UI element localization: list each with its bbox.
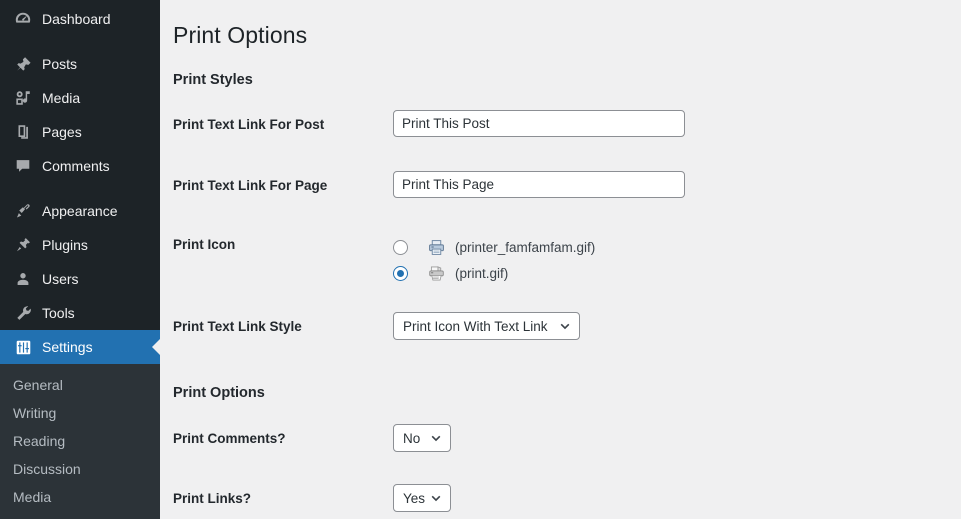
section-title-print-styles: Print Styles	[173, 72, 253, 88]
appearance-brush-icon	[13, 201, 33, 221]
print-text-link-post-input[interactable]	[393, 110, 685, 137]
admin-sidebar: Dashboard Posts Media Pages Commen	[0, 0, 160, 519]
media-icon	[13, 88, 33, 108]
admin-screen: Dashboard Posts Media Pages Commen	[0, 0, 961, 519]
sidebar-item-media[interactable]: Media	[0, 81, 160, 115]
submenu-item-media[interactable]: Media	[0, 483, 160, 511]
sidebar-separator	[0, 183, 160, 194]
sidebar-item-settings[interactable]: Settings	[0, 330, 160, 364]
printer-gray-icon	[426, 263, 446, 283]
sidebar-item-appearance[interactable]: Appearance	[0, 194, 160, 228]
sidebar-item-label: Media	[42, 91, 80, 105]
settings-sliders-icon	[13, 337, 33, 357]
comments-icon	[13, 156, 33, 176]
printer-blue-icon	[426, 237, 446, 257]
radio-print-gif[interactable]	[393, 266, 408, 281]
plugins-plug-icon	[13, 235, 33, 255]
radio-printer-famfamfam[interactable]	[393, 240, 408, 255]
page-title: Print Options	[173, 21, 307, 51]
print-comments-select[interactable]: No	[393, 424, 451, 452]
label-print-text-link-post: Print Text Link For Post	[173, 116, 324, 134]
label-print-comments: Print Comments?	[173, 430, 286, 448]
sidebar-item-pages[interactable]: Pages	[0, 115, 160, 149]
sidebar-item-comments[interactable]: Comments	[0, 149, 160, 183]
submenu-item-reading[interactable]: Reading	[0, 427, 160, 455]
sidebar-item-label: Pages	[42, 125, 82, 139]
tools-wrench-icon	[13, 303, 33, 323]
submenu-item-writing[interactable]: Writing	[0, 399, 160, 427]
pages-icon	[13, 122, 33, 142]
sidebar-item-label: Tools	[42, 306, 75, 320]
print-icon-option-label: (print.gif)	[455, 266, 508, 281]
sidebar-separator	[0, 36, 160, 47]
select-value: Yes	[403, 491, 425, 506]
select-value: Print Icon With Text Link	[403, 319, 548, 334]
print-icon-option-famfamfam[interactable]: (printer_famfamfam.gif)	[393, 237, 595, 257]
chevron-down-icon	[430, 432, 442, 444]
sidebar-item-plugins[interactable]: Plugins	[0, 228, 160, 262]
label-print-links: Print Links?	[173, 490, 251, 508]
chevron-down-icon	[430, 492, 442, 504]
submenu-item-discussion[interactable]: Discussion	[0, 455, 160, 483]
sidebar-item-label: Settings	[42, 340, 93, 354]
sidebar-item-label: Comments	[42, 159, 110, 173]
dashboard-icon	[13, 9, 33, 29]
print-links-select[interactable]: Yes	[393, 484, 451, 512]
print-text-link-style-select[interactable]: Print Icon With Text Link	[393, 312, 580, 340]
submenu-item-general[interactable]: General	[0, 371, 160, 399]
sidebar-item-label: Appearance	[42, 204, 118, 218]
label-print-text-link-page: Print Text Link For Page	[173, 177, 327, 195]
sidebar-item-label: Users	[42, 272, 79, 286]
section-title-print-options: Print Options	[173, 385, 265, 401]
label-print-text-link-style: Print Text Link Style	[173, 318, 302, 336]
sidebar-item-label: Dashboard	[42, 12, 111, 26]
pin-icon	[13, 54, 33, 74]
sidebar-item-dashboard[interactable]: Dashboard	[0, 2, 160, 36]
sidebar-item-label: Posts	[42, 57, 77, 71]
label-print-icon: Print Icon	[173, 236, 235, 254]
settings-submenu: General Writing Reading Discussion Media	[0, 364, 160, 519]
print-icon-option-label: (printer_famfamfam.gif)	[455, 240, 595, 255]
sidebar-item-posts[interactable]: Posts	[0, 47, 160, 81]
print-icon-option-print-gif[interactable]: (print.gif)	[393, 263, 508, 283]
users-icon	[13, 269, 33, 289]
sidebar-item-label: Plugins	[42, 238, 88, 252]
print-text-link-page-input[interactable]	[393, 171, 685, 198]
main-content: Print Options Print Styles Print Text Li…	[160, 0, 961, 519]
chevron-down-icon	[559, 320, 571, 332]
sidebar-item-users[interactable]: Users	[0, 262, 160, 296]
sidebar-item-tools[interactable]: Tools	[0, 296, 160, 330]
select-value: No	[403, 431, 420, 446]
